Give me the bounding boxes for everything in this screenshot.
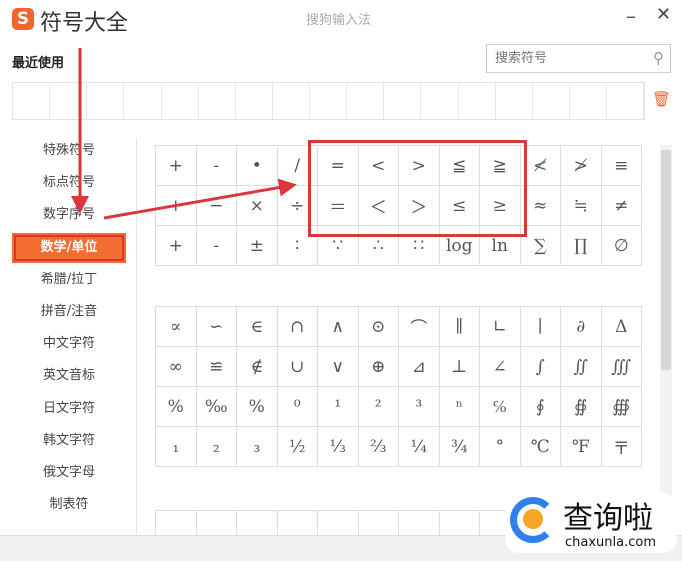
watermark-text: 查询啦 bbox=[563, 501, 653, 536]
annotation-arrows bbox=[71, 48, 297, 220]
arrow-right bbox=[103, 178, 297, 220]
watermark-logo-dot bbox=[523, 509, 543, 529]
watermark: 查询啦 chaxunla.com bbox=[505, 493, 677, 553]
watermark-url: chaxunla.com bbox=[565, 535, 656, 550]
